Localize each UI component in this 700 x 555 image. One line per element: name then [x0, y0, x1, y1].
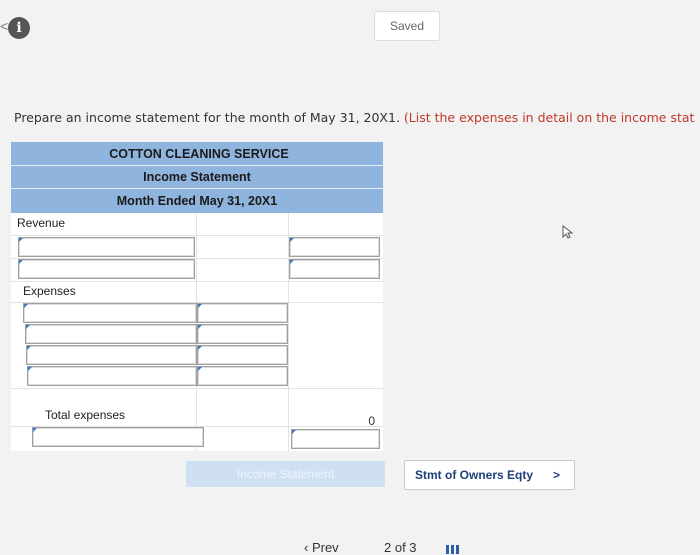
row-divider [11, 235, 383, 236]
income-statement-worksheet: COTTON CLEANING SERVICE Income Statement… [11, 142, 383, 451]
expense-amount-input-4[interactable] [197, 366, 288, 386]
expense-amount-input-1[interactable] [197, 303, 288, 323]
stmt-of-owners-equity-button[interactable]: Stmt of Owners Eqty > [404, 460, 575, 490]
info-icon[interactable]: i [8, 17, 30, 39]
footer-page-indicator: 2 of 3 [384, 540, 417, 555]
total-expenses-label: Total expenses [45, 408, 126, 422]
revenue-account-input-1[interactable] [18, 237, 195, 257]
net-income-amount-input[interactable] [291, 429, 380, 449]
net-income-label-input[interactable] [32, 427, 204, 447]
mouse-cursor-icon [562, 225, 574, 239]
instruction-main: Prepare an income statement for the mont… [14, 110, 400, 125]
saved-status-badge: Saved [374, 11, 440, 41]
expense-amount-input-2[interactable] [197, 324, 288, 344]
stmt-of-owners-equity-label: Stmt of Owners Eqty [415, 468, 534, 482]
expense-account-input-4[interactable] [27, 366, 197, 386]
expenses-label: Expenses [23, 284, 76, 298]
instruction-text: Prepare an income statement for the mont… [14, 110, 694, 125]
company-name-header: COTTON CLEANING SERVICE [11, 142, 383, 166]
revenue-label: Revenue [17, 216, 66, 230]
row-divider [11, 281, 383, 282]
expense-account-input-1[interactable] [23, 303, 197, 323]
row-divider [11, 388, 383, 389]
grid-icon[interactable] [446, 545, 460, 554]
expense-account-input-3[interactable] [26, 345, 197, 365]
revenue-account-input-2[interactable] [18, 259, 195, 279]
expense-amount-input-3[interactable] [197, 345, 288, 365]
instruction-note: (List the expenses in detail on the inco… [403, 110, 695, 125]
revenue-amount-input-2[interactable] [289, 259, 380, 279]
chevron-right-icon: > [552, 468, 560, 482]
footer-prev-button[interactable]: ‹ Prev [304, 540, 339, 555]
income-statement-tab-button[interactable]: Income Statement [186, 461, 385, 487]
statement-title-header: Income Statement [11, 166, 383, 189]
expense-account-input-2[interactable] [25, 324, 197, 344]
revenue-amount-input-1[interactable] [289, 237, 380, 257]
statement-period-header: Month Ended May 31, 20X1 [11, 189, 383, 213]
back-chevron-icon[interactable]: < [0, 18, 8, 34]
